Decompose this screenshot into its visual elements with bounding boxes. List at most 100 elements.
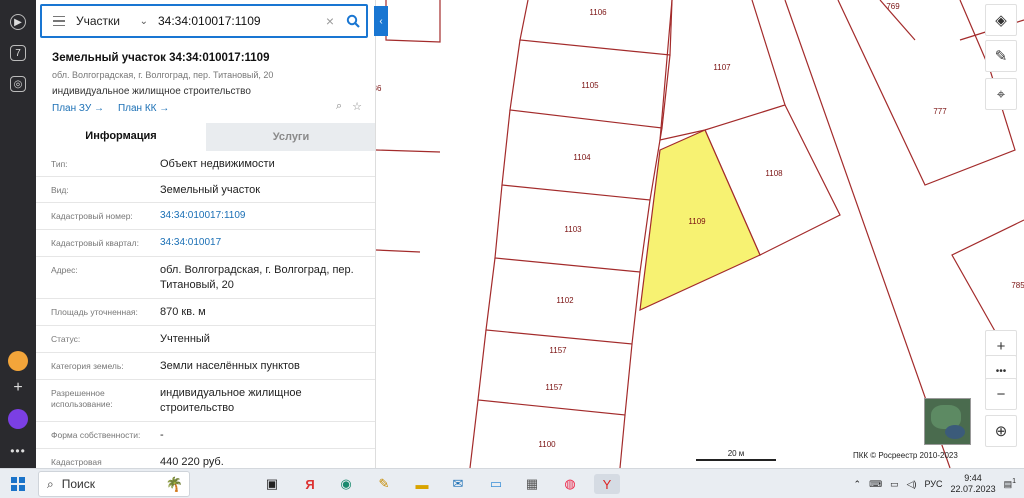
info-panel: Участки ⌄ 34:34:010017:1109 × Земельный … (36, 0, 376, 468)
attr-key: Статус: (51, 334, 81, 344)
calculator-icon[interactable]: ▦ (522, 474, 542, 494)
notification-icon[interactable]: ▤1 (1004, 478, 1016, 490)
clock[interactable]: 9:44 22.07.2023 (951, 473, 996, 495)
camera-icon[interactable]: ◎ (7, 73, 29, 95)
attr-row: Статус: Учтенный (36, 326, 375, 353)
category-select[interactable]: Участки ⌄ (76, 14, 156, 28)
attr-value: 440 220 руб. (160, 456, 224, 468)
cadastral-number-link[interactable]: 34:34:010017:1109 (146, 203, 375, 229)
chevron-up-icon[interactable]: ⌃ (854, 479, 862, 490)
app-icon[interactable]: ◍ (560, 474, 580, 494)
more-icon: ••• (995, 365, 1007, 377)
attr-key: Кадастровая стоимость: (51, 457, 102, 467)
attr-key: Форма собственности: (51, 430, 141, 440)
yandex-icon[interactable]: Я (300, 474, 320, 494)
measure-button[interactable]: ✎ (985, 40, 1017, 72)
app-icon[interactable] (7, 350, 29, 372)
search-bar: Участки ⌄ 34:34:010017:1109 × (40, 4, 368, 38)
taskbar: ⌕ Поиск 🌴 ▣ Я ◉ ✎ ▬ ✉ ▭ ▦ ◍ Y ⌃ ⌨ ▭ ◁) Р… (0, 468, 1024, 498)
attr-key: Адрес: (51, 265, 78, 275)
attr-row: Адрес: обл. Волгоградская, г. Волгоград,… (36, 257, 375, 299)
attr-key: Тип: (51, 159, 68, 169)
plot-label: 1106 (589, 8, 607, 17)
compass-button[interactable]: ⊕ (985, 415, 1017, 447)
keyboard-icon[interactable]: ⌨ (869, 479, 882, 490)
date: 22.07.2023 (950, 484, 996, 494)
attr-key: Разрешенное использование: (51, 388, 113, 410)
plot-label: 1107 (713, 63, 731, 72)
search-icon (346, 14, 360, 28)
attr-row: Форма собственности: - (36, 422, 375, 449)
system-tray: ⌃ ⌨ ▭ ◁) РУС 9:44 22.07.2023 ▤1 (854, 469, 1016, 498)
locate-button[interactable]: ⌖ (985, 78, 1017, 110)
plan-zu-link[interactable]: План ЗУ → (52, 103, 104, 114)
attr-row: Кадастровая стоимость: 440 220 руб. (36, 449, 375, 468)
star-icon[interactable]: ☆ (352, 100, 362, 113)
clear-icon[interactable]: × (320, 13, 340, 29)
scale-label: 20 м (727, 449, 745, 458)
object-address: обл. Волгоградская, г. Волгоград, пер. Т… (52, 70, 274, 80)
crosshair-icon: ⌖ (996, 85, 1006, 103)
attr-key: Площадь уточненная: (51, 307, 138, 317)
attr-row: Вид: Земельный участок (36, 177, 375, 203)
more-icon[interactable]: ••• (7, 440, 29, 462)
seven-icon[interactable]: 7 (7, 42, 29, 64)
mail-icon[interactable]: ✉ (448, 474, 468, 494)
plus-icon: + (996, 337, 1006, 355)
yandex-browser-icon[interactable]: Y (594, 474, 620, 494)
plot-label: 1157 (549, 346, 567, 355)
folder-icon[interactable]: ▬ (412, 474, 432, 494)
tab-info[interactable]: Информация (36, 123, 206, 151)
attr-value: индивидуальное жилищное строительство (160, 387, 302, 415)
tab-services[interactable]: Услуги (206, 123, 375, 151)
search-input[interactable]: 34:34:010017:1109 (156, 14, 320, 28)
start-icon[interactable] (8, 474, 28, 494)
plot-label: 1102 (556, 296, 574, 305)
attr-value: Земельный участок (160, 184, 261, 196)
task-view-icon[interactable]: ▣ (262, 474, 282, 494)
tabs: Информация Услуги (36, 123, 375, 151)
collapse-panel-button[interactable]: ‹ (374, 6, 388, 36)
plot-label: 1109 (688, 217, 706, 226)
search-icon: ⌕ (47, 476, 54, 491)
plot-label: 1100 (538, 440, 556, 449)
layers-icon: ◈ (995, 12, 1007, 29)
object-title: Земельный участок 34:34:010017:1109 (52, 52, 270, 64)
alice-icon[interactable] (7, 408, 29, 430)
cadastral-quarter-link[interactable]: 34:34:010017 (146, 230, 375, 256)
attr-value: Учтенный (160, 333, 210, 345)
play-icon[interactable]: ▶ (7, 11, 29, 33)
language-indicator[interactable]: РУС (925, 479, 943, 489)
browser-sidebar: ▶ 7 ◎ + ••• (0, 0, 36, 468)
network-icon[interactable]: ▭ (890, 479, 899, 490)
laptop-icon[interactable]: ▭ (486, 474, 506, 494)
edge-icon[interactable]: ◉ (336, 474, 356, 494)
ruler-icon: ✎ (994, 48, 1008, 65)
search-button[interactable] (340, 14, 366, 28)
plot-label: 1157 (545, 383, 563, 392)
scale-bar: 20 м (696, 449, 776, 461)
plot-label: 777 (933, 107, 947, 116)
add-icon[interactable]: + (7, 377, 29, 399)
time: 9:44 (964, 473, 982, 484)
locate-on-map-icon[interactable]: ⌕ (336, 100, 342, 113)
plan-kk-link[interactable]: План КК → (118, 103, 169, 114)
layers-button[interactable]: ◈ (985, 4, 1017, 36)
volume-icon[interactable]: ◁) (907, 479, 917, 490)
minimap[interactable] (924, 398, 971, 445)
copyright: ПКК © Росреестр 2010-2023 (853, 451, 958, 460)
attr-value: - (160, 429, 164, 441)
palm-icon: 🌴 (165, 475, 183, 492)
attr-key: Категория земель: (51, 361, 124, 371)
tool-icon[interactable]: ✎ (374, 474, 394, 494)
plot-label: 1104 (573, 153, 591, 162)
plot-label: 1105 (581, 81, 599, 90)
plot-label: 785 (1011, 281, 1024, 290)
taskbar-search[interactable]: ⌕ Поиск 🌴 (38, 471, 190, 497)
zoom-out-button[interactable]: − (985, 378, 1017, 410)
chevron-down-icon: ⌄ (139, 15, 148, 27)
category-label: Участки (76, 14, 120, 28)
plot-label: 1103 (564, 225, 582, 234)
menu-icon[interactable] (42, 15, 76, 27)
attr-value: Объект недвижимости (160, 158, 275, 170)
